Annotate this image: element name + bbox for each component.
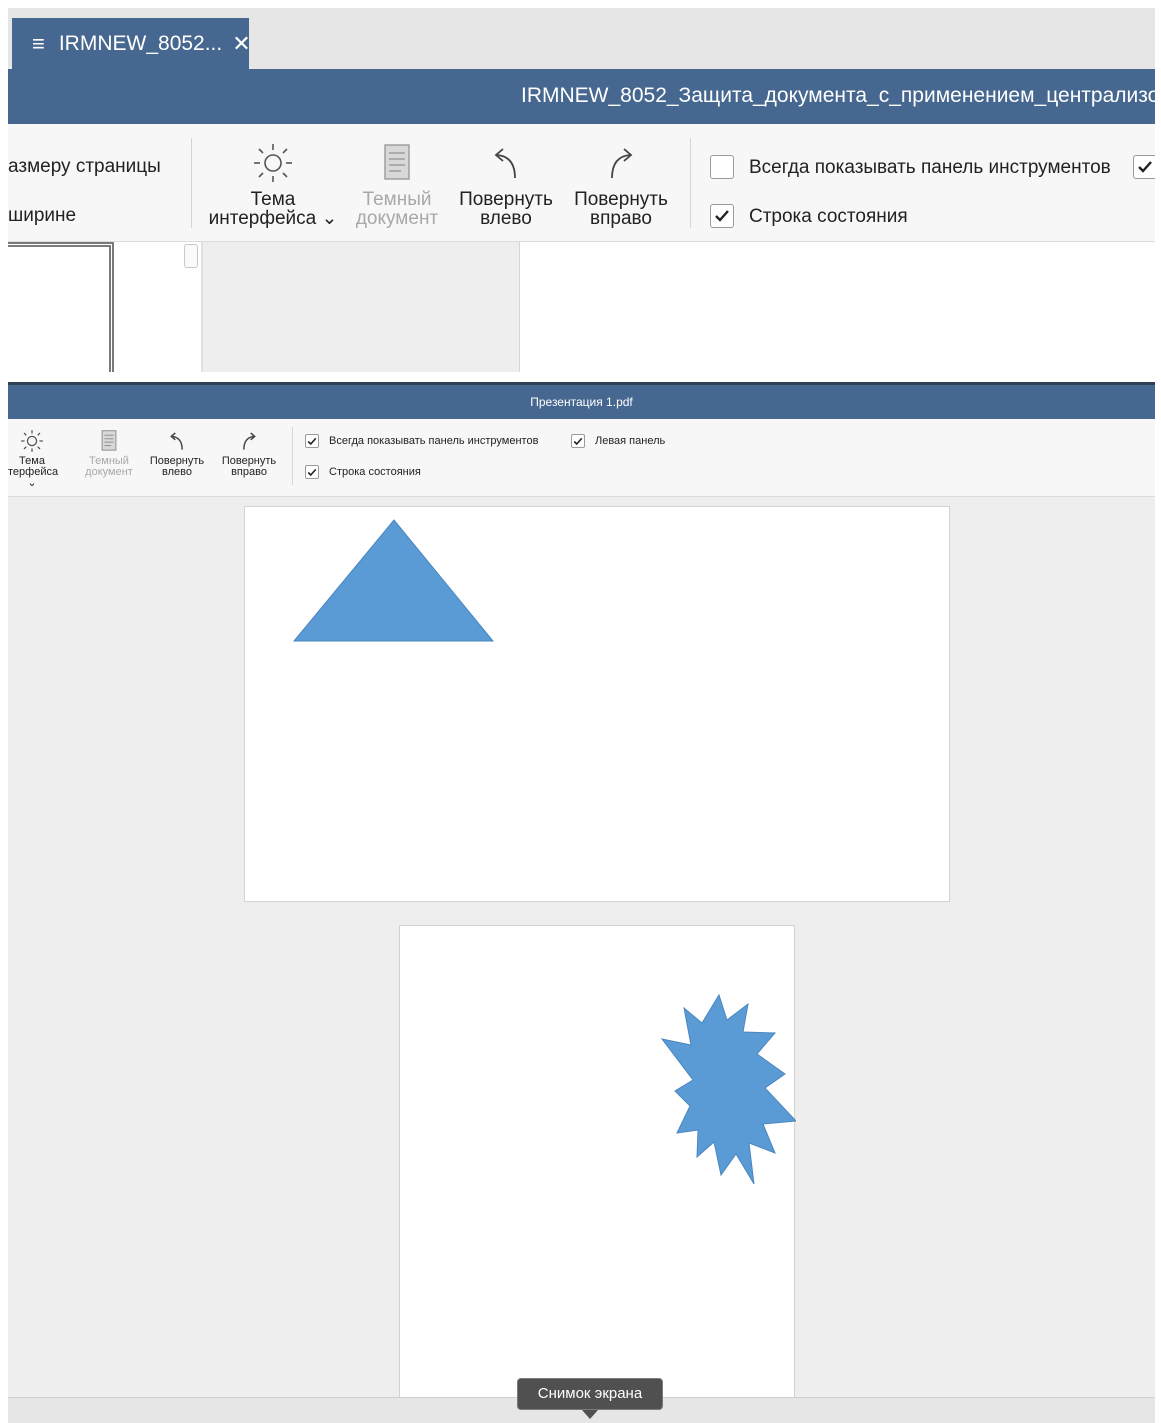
status-bar-label: Строка состояния bbox=[749, 206, 908, 227]
document-area bbox=[8, 242, 1155, 372]
starburst-shape bbox=[660, 993, 798, 1185]
interface-theme-button[interactable]: Тема терфейса ⌄ bbox=[8, 429, 59, 489]
page-thumbnail[interactable] bbox=[8, 242, 114, 372]
document-tab-label: IRMNEW_8052... bbox=[58, 31, 223, 55]
dark-document-label-2: документ bbox=[355, 208, 439, 229]
bottom-viewer-window: Презентация 1.pdf Тема терфейса ⌄ Темный… bbox=[8, 382, 1155, 1423]
rotate-right-label-2: вправо bbox=[231, 466, 267, 478]
rotate-left-icon bbox=[494, 148, 516, 179]
dark-document-button[interactable]: Темный документ bbox=[80, 429, 138, 478]
dark-document-label-1: Темный bbox=[362, 189, 432, 210]
close-icon[interactable]: ✕ bbox=[232, 31, 250, 57]
workspace-pane bbox=[203, 242, 520, 372]
tooltip-arrow bbox=[582, 1410, 598, 1419]
window-title: Презентация 1.pdf bbox=[530, 395, 633, 409]
dark-document-label-2: документ bbox=[85, 466, 133, 478]
rotate-right-button[interactable]: Повернуть вправо bbox=[570, 142, 672, 228]
top-viewer-window: ≡ IRMNEW_8052... ✕ IRMNEW_8052_Защита_до… bbox=[8, 8, 1155, 372]
tooltip-text: Снимок экрана bbox=[537, 1385, 643, 1402]
checkmark-icon bbox=[715, 210, 729, 222]
sun-icon bbox=[21, 430, 43, 452]
left-panel-label: Левая панель bbox=[595, 435, 666, 447]
view-ribbon: Тема терфейса ⌄ Темный документ Повернут… bbox=[8, 419, 1155, 497]
interface-theme-label-2: интерфейса ⌄ bbox=[208, 208, 338, 229]
interface-theme-label-2: терфейса ⌄ bbox=[8, 466, 59, 489]
status-bar-checkbox[interactable] bbox=[710, 204, 734, 228]
status-bar-checkbox[interactable] bbox=[305, 465, 319, 479]
view-ribbon: азмеру страницы ширине Тема интерфейса ⌄ bbox=[8, 124, 1155, 242]
rotate-left-label-1: Повернуть bbox=[459, 189, 553, 210]
checkmark-icon bbox=[307, 468, 317, 476]
interface-theme-button[interactable]: Тема интерфейса ⌄ bbox=[208, 142, 338, 228]
document-page-2 bbox=[399, 925, 798, 1405]
always-show-toolbar-checkbox[interactable] bbox=[710, 155, 734, 179]
ribbon-divider bbox=[292, 427, 293, 485]
always-show-toolbar-label: Всегда показывать панель инструментов bbox=[329, 435, 539, 447]
left-panel-checkbox[interactable] bbox=[1133, 155, 1155, 179]
rotate-right-label-1: Повернуть bbox=[574, 189, 668, 210]
sun-icon bbox=[254, 144, 292, 182]
document-tab[interactable]: ≡ IRMNEW_8052... ✕ bbox=[12, 18, 251, 69]
document-icon bbox=[384, 144, 410, 180]
window-title-bar: IRMNEW_8052_Защита_документа_с_применени… bbox=[8, 69, 1155, 124]
window-title: IRMNEW_8052_Защита_документа_с_применени… bbox=[521, 84, 1155, 107]
document-page-1 bbox=[244, 506, 950, 902]
checkmark-icon bbox=[573, 437, 583, 445]
triangle-shape bbox=[292, 519, 495, 642]
rotate-left-button[interactable]: Повернуть влево bbox=[455, 142, 557, 228]
rotate-right-icon bbox=[611, 148, 633, 179]
ribbon-divider bbox=[690, 138, 691, 228]
dark-document-button[interactable]: Темный документ bbox=[351, 142, 443, 228]
left-panel-checkbox[interactable] bbox=[571, 434, 585, 448]
checkmark-icon bbox=[1138, 161, 1152, 173]
fit-width-option[interactable]: ширине bbox=[8, 205, 76, 227]
rotate-right-icon bbox=[243, 432, 256, 450]
rotate-left-label-2: влево bbox=[480, 208, 532, 229]
thumbnail-scrollbar[interactable] bbox=[184, 244, 198, 268]
rotate-left-label-2: влево bbox=[162, 466, 192, 478]
always-show-toolbar-checkbox[interactable] bbox=[305, 434, 319, 448]
ribbon-divider bbox=[191, 138, 192, 228]
rotate-right-label-2: вправо bbox=[590, 208, 652, 229]
rotate-right-button[interactable]: Повернуть вправо bbox=[216, 429, 282, 478]
rotate-left-button[interactable]: Повернуть влево bbox=[144, 429, 210, 478]
screenshot-tooltip: Снимок экрана bbox=[517, 1378, 663, 1410]
tab-strip: ≡ IRMNEW_8052... ✕ bbox=[8, 8, 1155, 69]
checkmark-icon bbox=[307, 437, 317, 445]
interface-theme-label-1: Тема bbox=[250, 189, 296, 210]
always-show-toolbar-label: Всегда показывать панель инструментов bbox=[749, 157, 1111, 178]
document-icon bbox=[101, 430, 117, 451]
window-title-bar: Презентация 1.pdf bbox=[8, 385, 1155, 419]
rotate-left-icon bbox=[170, 432, 183, 450]
fit-page-option[interactable]: азмеру страницы bbox=[8, 156, 161, 178]
status-bar-label: Строка состояния bbox=[329, 466, 421, 478]
menu-icon[interactable]: ≡ bbox=[32, 31, 45, 57]
